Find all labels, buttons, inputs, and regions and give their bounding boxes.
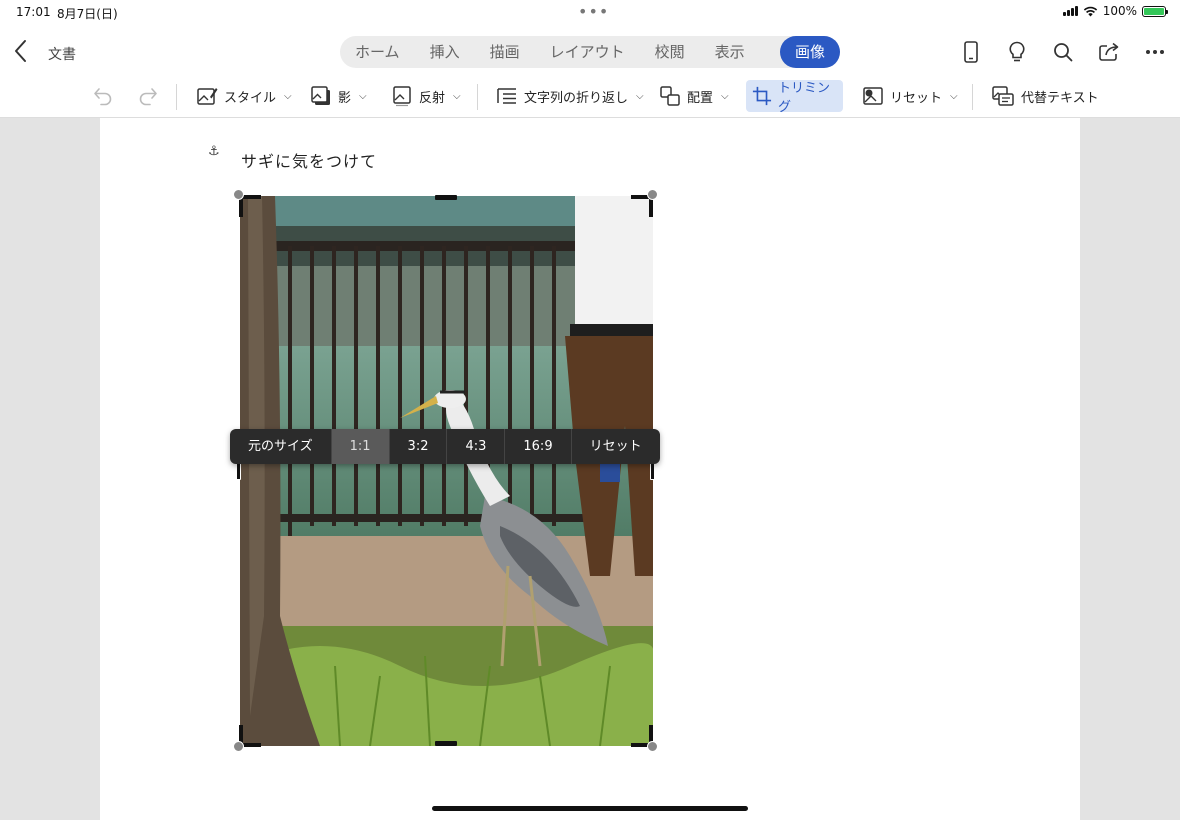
crop-handle-bottom[interactable] xyxy=(435,741,457,746)
more-options-button[interactable] xyxy=(1140,38,1170,66)
redo-button[interactable] xyxy=(131,80,165,112)
tab-layout[interactable]: レイアウト xyxy=(535,36,640,68)
crop-button[interactable]: トリミング xyxy=(746,80,843,115)
title-bar: 文書 ホーム 挿入 描画 レイアウト 校閲 表示 画像 xyxy=(0,24,1180,78)
crop-handle-right[interactable] xyxy=(650,462,655,480)
status-bar: 17:01 8月7日(日) ••• 100% xyxy=(0,0,1180,24)
ideas-button[interactable] xyxy=(1002,38,1032,66)
multitasking-dots-icon[interactable]: ••• xyxy=(578,2,609,21)
back-icon xyxy=(15,40,26,62)
crop-handle-top[interactable] xyxy=(435,195,457,200)
lightbulb-icon xyxy=(1009,41,1025,62)
reset-picture-icon xyxy=(863,87,883,105)
chevron-down-icon: ⌵ xyxy=(636,90,644,102)
alt-text-button[interactable]: 代替テキスト xyxy=(985,80,1105,112)
document-name[interactable]: 文書 xyxy=(48,44,76,64)
battery-percent: 100% xyxy=(1102,4,1137,18)
shadow-icon xyxy=(311,86,330,105)
chevron-down-icon: ⌵ xyxy=(359,90,367,102)
tab-home[interactable]: ホーム xyxy=(340,36,415,68)
search-button[interactable] xyxy=(1048,38,1078,66)
chevron-down-icon: ⌵ xyxy=(721,90,729,102)
reflection-label: 反射 xyxy=(419,90,446,106)
share-button[interactable] xyxy=(1094,38,1124,66)
crop-option-reset[interactable]: リセット xyxy=(572,429,660,464)
tab-picture[interactable]: 画像 xyxy=(780,36,841,68)
undo-icon xyxy=(94,88,112,106)
resize-handle-top-left[interactable] xyxy=(233,189,244,200)
toolbar-separator xyxy=(477,84,478,110)
crop-option-4-3[interactable]: 4:3 xyxy=(447,429,506,464)
toolbar-separator xyxy=(972,84,973,110)
home-indicator[interactable] xyxy=(432,806,748,811)
reset-picture-button[interactable]: リセット ⌵ xyxy=(856,80,964,112)
chevron-down-icon: ⌵ xyxy=(284,90,292,102)
crop-option-16-9[interactable]: 16:9 xyxy=(505,429,572,464)
crop-label: トリミング xyxy=(777,81,830,115)
picture-toolbar: スタイル ⌵ 影 ⌵ 反射 ⌵ 文字列の折り返し ⌵ 配置 ⌵ トリミング リセ… xyxy=(0,78,1180,118)
mobile-view-button[interactable] xyxy=(956,38,986,66)
undo-button[interactable] xyxy=(86,80,120,112)
ribbon-tabs: ホーム 挿入 描画 レイアウト 校閲 表示 xyxy=(340,36,840,68)
document-paragraph[interactable]: サギに気をつけて xyxy=(241,148,377,172)
anchor-icon: ⚓ xyxy=(208,144,220,159)
wrap-text-icon xyxy=(497,88,516,104)
wifi-icon xyxy=(1083,6,1097,16)
shadow-button[interactable]: 影 ⌵ xyxy=(304,80,373,112)
crop-option-3-2[interactable]: 3:2 xyxy=(390,429,448,464)
crop-aspect-menu: 元のサイズ 1:1 3:2 4:3 16:9 リセット xyxy=(230,429,660,464)
crop-option-1-1[interactable]: 1:1 xyxy=(331,429,390,464)
crop-icon xyxy=(752,86,772,106)
resize-handle-bottom-right[interactable] xyxy=(647,741,658,752)
more-icon xyxy=(1146,50,1164,54)
reflection-button[interactable]: 反射 ⌵ xyxy=(385,80,467,112)
phone-icon xyxy=(964,41,978,63)
resize-handle-bottom-left[interactable] xyxy=(233,741,244,752)
alt-text-label: 代替テキスト xyxy=(1021,90,1099,106)
status-date: 8月7日(日) xyxy=(57,7,118,21)
style-icon xyxy=(197,88,218,105)
reflection-icon xyxy=(393,86,411,107)
tab-view[interactable]: 表示 xyxy=(700,36,760,68)
heron-photo xyxy=(240,196,653,746)
shadow-label: 影 xyxy=(338,90,352,106)
back-button[interactable] xyxy=(10,38,34,64)
status-time: 17:01 xyxy=(16,5,51,19)
crop-handle-left[interactable] xyxy=(236,462,241,480)
chevron-down-icon: ⌵ xyxy=(950,90,958,102)
heron-picture[interactable] xyxy=(240,196,653,746)
share-icon xyxy=(1099,42,1119,61)
tab-review[interactable]: 校閲 xyxy=(640,36,700,68)
wrap-text-label: 文字列の折り返し xyxy=(524,90,629,106)
wrap-text-button[interactable]: 文字列の折り返し ⌵ xyxy=(490,80,650,112)
tab-draw[interactable]: 描画 xyxy=(475,36,535,68)
cellular-signal-icon xyxy=(1062,6,1078,16)
tab-insert[interactable]: 挿入 xyxy=(415,36,475,68)
search-icon xyxy=(1054,43,1073,62)
reset-label: リセット xyxy=(890,90,943,106)
toolbar-separator xyxy=(176,84,177,110)
style-button[interactable]: スタイル ⌵ xyxy=(190,80,298,112)
battery-icon xyxy=(1142,5,1168,17)
style-label: スタイル xyxy=(224,90,277,106)
redo-icon xyxy=(139,88,157,106)
crop-option-original-size[interactable]: 元のサイズ xyxy=(230,429,332,464)
arrange-button[interactable]: 配置 ⌵ xyxy=(653,80,735,112)
arrange-icon xyxy=(660,86,680,106)
arrange-label: 配置 xyxy=(687,90,714,106)
chevron-down-icon: ⌵ xyxy=(453,90,461,102)
resize-handle-top-right[interactable] xyxy=(647,189,658,200)
alt-text-icon xyxy=(992,86,1014,106)
